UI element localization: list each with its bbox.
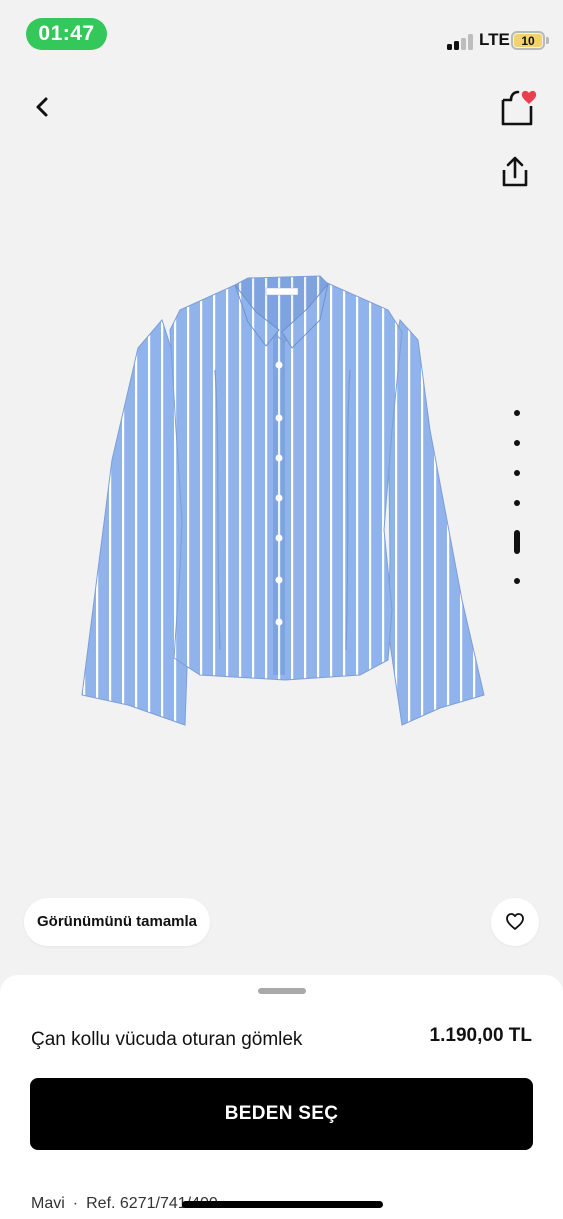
sheet-grabber[interactable] — [258, 988, 306, 994]
shopping-bag-button[interactable] — [495, 88, 541, 130]
select-size-button[interactable]: BEDEN SEÇ — [30, 1078, 533, 1150]
product-image[interactable] — [70, 270, 500, 740]
pager-dot-active[interactable] — [514, 530, 520, 554]
shopping-bag-icon — [501, 90, 537, 126]
meta-separator: · — [72, 1195, 79, 1212]
pager-dot[interactable] — [514, 440, 520, 446]
pager-dot[interactable] — [514, 578, 520, 584]
shirt-image — [81, 275, 485, 726]
battery-tip — [546, 37, 549, 44]
product-name: Çan kollu vücuda oturan gömlek — [31, 1029, 303, 1050]
favorite-button[interactable] — [491, 898, 539, 946]
heart-icon — [506, 913, 524, 930]
product-sheet: Çan kollu vücuda oturan gömlek 1.190,00 … — [0, 975, 563, 1219]
status-bar: 01:47 LTE 10 — [0, 0, 563, 70]
product-price: 1.190,00 TL — [429, 1025, 532, 1046]
color-name: Mavi — [31, 1195, 65, 1212]
complete-look-button[interactable]: Görünümünü tamamla — [24, 898, 211, 946]
pager-dot[interactable] — [514, 410, 520, 416]
battery-icon: 10 — [511, 31, 545, 50]
back-button[interactable] — [26, 90, 60, 124]
image-pager[interactable] — [505, 400, 529, 600]
battery-level: 10 — [514, 34, 542, 48]
status-time: 01:47 — [26, 18, 107, 50]
share-icon — [502, 156, 528, 187]
pager-dot[interactable] — [514, 500, 520, 506]
pager-dot[interactable] — [514, 470, 520, 476]
network-type: LTE — [479, 30, 510, 49]
chevron-left-icon — [36, 97, 48, 117]
home-indicator — [182, 1201, 383, 1208]
share-button[interactable] — [497, 154, 533, 190]
signal-icon — [447, 34, 475, 50]
